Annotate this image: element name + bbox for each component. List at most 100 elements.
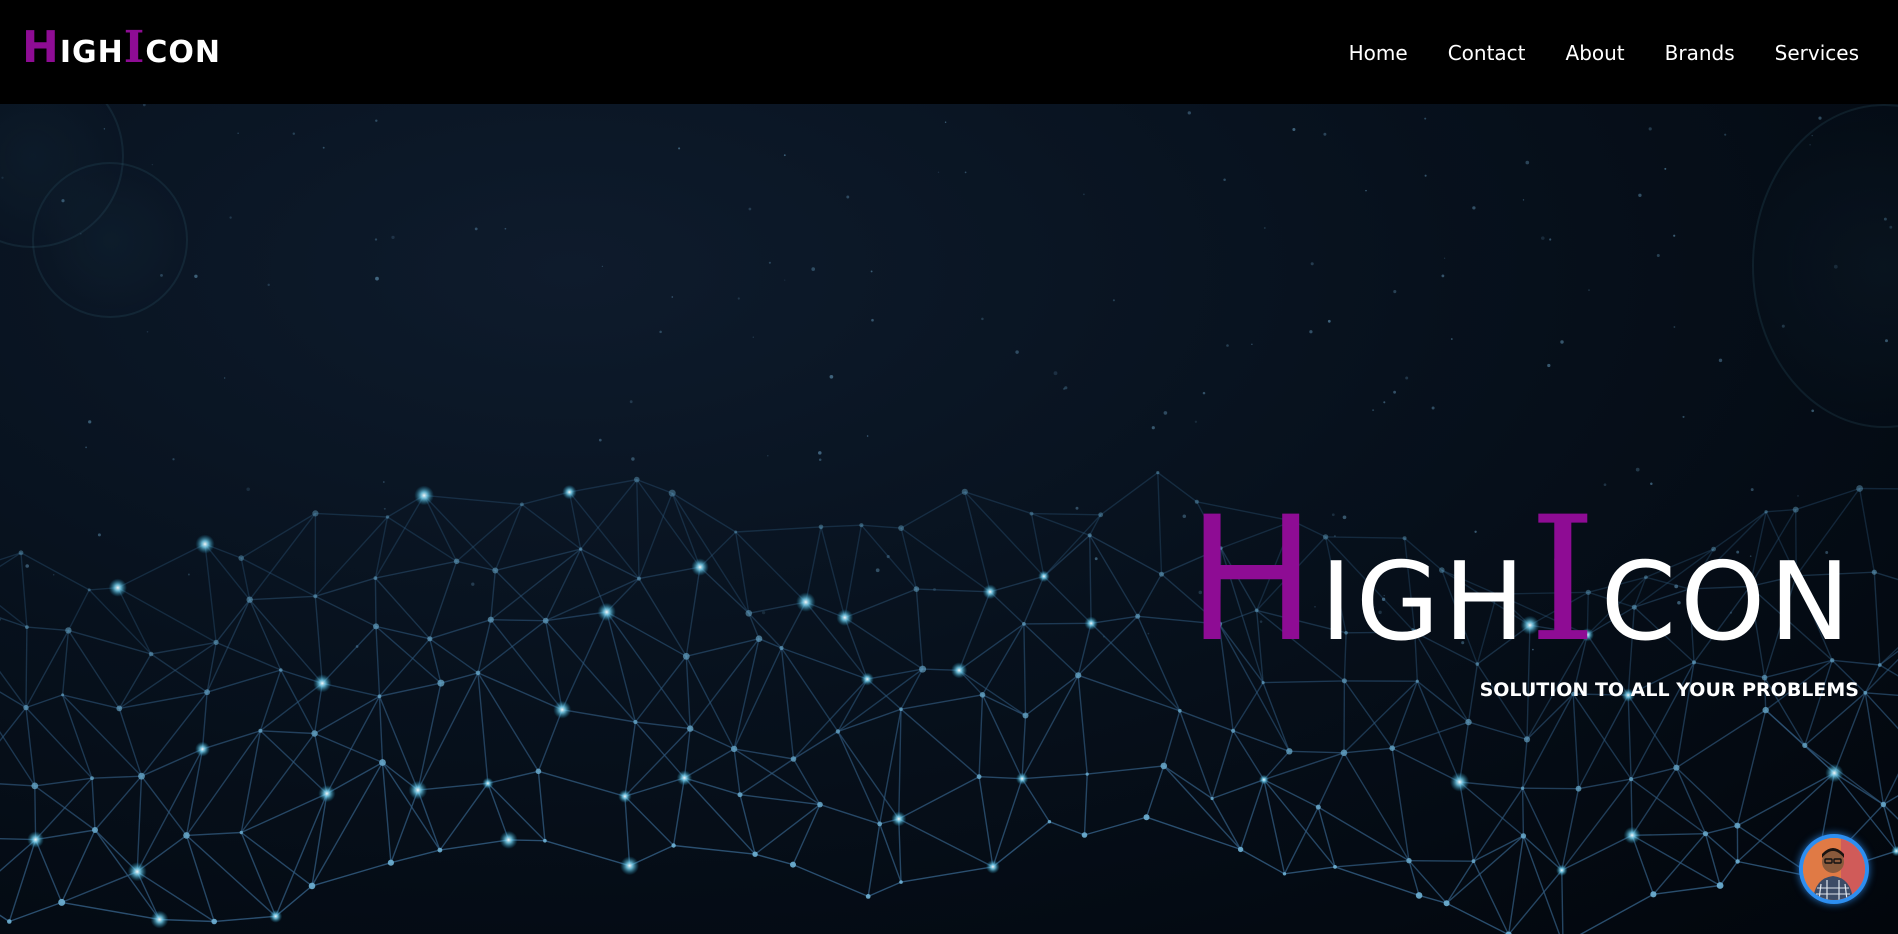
network-line bbox=[1263, 680, 1345, 684]
network-line bbox=[487, 782, 546, 842]
network-node bbox=[487, 616, 494, 623]
network-line bbox=[1025, 674, 1079, 717]
chat-avatar-button[interactable] bbox=[1799, 834, 1869, 904]
nav-about[interactable]: About bbox=[1566, 40, 1625, 66]
network-line bbox=[866, 678, 902, 710]
network-line bbox=[1163, 765, 1213, 800]
network-node bbox=[23, 704, 29, 711]
star bbox=[671, 296, 674, 298]
star bbox=[1588, 289, 1590, 291]
network-node bbox=[579, 547, 583, 551]
star bbox=[1673, 326, 1676, 328]
network-line bbox=[456, 503, 523, 562]
network-line bbox=[898, 709, 902, 819]
network-line bbox=[1522, 787, 1579, 790]
network-node bbox=[27, 831, 44, 848]
network-line bbox=[1021, 715, 1027, 779]
nav-services[interactable]: Services bbox=[1775, 40, 1859, 66]
network-line bbox=[1578, 778, 1632, 790]
network-line bbox=[844, 617, 868, 680]
network-node bbox=[387, 859, 394, 866]
hero-section: HIGHICON SOLUTION TO ALL YOUR PROBLEMS bbox=[0, 104, 1898, 934]
network-node bbox=[1286, 748, 1293, 755]
star bbox=[79, 232, 82, 235]
star bbox=[374, 238, 378, 241]
network-line bbox=[992, 778, 1023, 868]
network-line bbox=[837, 708, 902, 733]
network-node bbox=[31, 782, 39, 790]
logo-text-igh: IGH bbox=[59, 35, 124, 70]
network-node bbox=[1084, 616, 1098, 631]
network-line bbox=[538, 770, 626, 797]
network-line bbox=[1163, 710, 1181, 767]
star bbox=[1393, 290, 1397, 294]
network-line bbox=[94, 775, 143, 831]
network-node bbox=[597, 602, 616, 622]
network-node bbox=[1465, 718, 1472, 726]
star bbox=[322, 146, 325, 149]
network-line bbox=[1391, 680, 1418, 749]
network-node bbox=[1716, 882, 1724, 889]
network-line bbox=[439, 782, 489, 851]
network-node bbox=[1081, 832, 1088, 838]
network-node bbox=[668, 489, 676, 497]
star bbox=[1718, 358, 1723, 363]
network-node bbox=[1471, 859, 1476, 864]
network-line bbox=[494, 504, 523, 571]
network-line bbox=[1579, 893, 1654, 934]
star bbox=[383, 507, 386, 510]
network-line bbox=[1100, 472, 1159, 516]
network-node bbox=[562, 484, 577, 500]
star bbox=[103, 128, 106, 130]
network-line bbox=[1263, 779, 1286, 874]
network-node bbox=[1443, 900, 1450, 907]
star bbox=[1094, 557, 1098, 561]
star bbox=[88, 420, 92, 424]
logo[interactable]: HIGHICON bbox=[22, 26, 221, 70]
network-line bbox=[981, 623, 1025, 696]
network-node bbox=[1520, 833, 1527, 839]
star bbox=[1781, 324, 1785, 328]
star bbox=[1405, 376, 1409, 380]
network-line bbox=[34, 839, 63, 903]
star bbox=[598, 438, 602, 442]
network-line bbox=[1077, 675, 1088, 775]
nav-home[interactable]: Home bbox=[1349, 40, 1408, 66]
hero-title: HIGHICON bbox=[1187, 494, 1854, 666]
network-node bbox=[213, 639, 219, 646]
star bbox=[1522, 199, 1525, 201]
network-line bbox=[544, 840, 630, 867]
network-line bbox=[900, 491, 966, 529]
network-line bbox=[150, 641, 217, 655]
star bbox=[1818, 116, 1822, 120]
network-line bbox=[1334, 860, 1410, 868]
star bbox=[1650, 482, 1653, 486]
network-line bbox=[569, 478, 637, 493]
network-node bbox=[1038, 570, 1050, 583]
network-node bbox=[1575, 785, 1582, 792]
network-node bbox=[1629, 777, 1634, 782]
star bbox=[866, 435, 869, 437]
network-node bbox=[543, 838, 547, 843]
network-node bbox=[899, 707, 903, 711]
star bbox=[875, 568, 880, 573]
network-line bbox=[1459, 781, 1524, 837]
network-line bbox=[314, 595, 377, 628]
star bbox=[659, 330, 662, 334]
network-node bbox=[1015, 772, 1029, 785]
star bbox=[1147, 632, 1150, 635]
network-line bbox=[1023, 623, 1079, 676]
network-line bbox=[978, 776, 994, 867]
network-line bbox=[0, 552, 22, 568]
star bbox=[964, 171, 967, 174]
network-line bbox=[259, 669, 282, 732]
network-line bbox=[240, 733, 316, 833]
network-node bbox=[1415, 892, 1423, 899]
network-node bbox=[1261, 681, 1265, 685]
star bbox=[631, 457, 635, 461]
nav-contact[interactable]: Contact bbox=[1448, 40, 1526, 66]
network-node bbox=[377, 694, 382, 699]
network-node bbox=[1237, 846, 1244, 853]
nav-brands[interactable]: Brands bbox=[1665, 40, 1735, 66]
network-line bbox=[1446, 860, 1475, 904]
